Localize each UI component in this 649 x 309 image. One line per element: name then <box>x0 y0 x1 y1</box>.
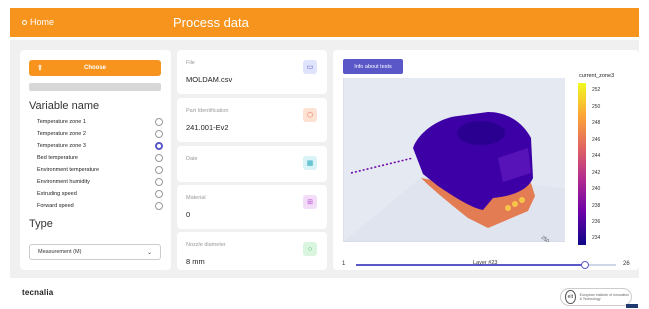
file-value: MOLDAM.csv <box>186 75 233 84</box>
file-label: File <box>186 60 195 66</box>
part-edge-marker <box>512 201 518 207</box>
plot-card: Info about tests 250 current_zone3 252 2… <box>333 50 639 270</box>
tecnalia-logo: tecnalia <box>22 288 54 297</box>
3d-plot-svg: 250 <box>342 78 565 245</box>
app: Home Process data ⇪ Choose Variable name… <box>0 0 649 309</box>
colorbar <box>578 83 586 245</box>
variable-name-title: Variable name <box>29 100 100 112</box>
home-icon <box>22 19 27 25</box>
date-card: Date ▦ <box>177 146 327 182</box>
3d-plot[interactable]: 250 <box>342 78 565 245</box>
part-edge-marker <box>505 205 511 211</box>
slider-fill <box>356 264 585 266</box>
material-card: Material 0 ⊞ <box>177 185 327 229</box>
nozzle-label: Nozzle diameter <box>186 242 226 248</box>
eit-logo-mark: eit <box>565 290 576 304</box>
part-label: Part Identification <box>186 108 229 114</box>
radio-button[interactable] <box>155 154 163 162</box>
radio-button[interactable] <box>155 166 163 174</box>
colorbar-tick: 240 <box>592 186 601 192</box>
colorbar-tick: 238 <box>592 203 601 209</box>
radio-button[interactable] <box>155 202 163 210</box>
variable-option[interactable]: Extruding speed <box>37 188 163 200</box>
type-select[interactable]: Measurement (M) ⌄ <box>29 244 161 260</box>
part-top-recess <box>457 121 505 145</box>
radio-button-selected[interactable] <box>155 142 163 150</box>
variable-card: ⇪ Choose Variable name Temperature zone … <box>20 50 171 270</box>
scroll-indicator <box>626 304 638 308</box>
type-select-value: Measurement (M) <box>38 249 82 255</box>
print-path-trail <box>350 157 414 174</box>
variable-label: Environment temperature <box>37 167 100 173</box>
nozzle-value: 8 mm <box>186 257 205 266</box>
file-icon: ▭ <box>303 60 317 74</box>
choose-file-button[interactable]: ⇪ Choose <box>29 60 161 76</box>
variable-option[interactable]: Temperature zone 2 <box>37 128 163 140</box>
home-label: Home <box>30 17 55 27</box>
colorbar-tick: 234 <box>592 235 601 241</box>
content-area: ⇪ Choose Variable name Temperature zone … <box>10 40 639 278</box>
type-title: Type <box>29 218 53 230</box>
part-icon: ⬡ <box>303 108 317 122</box>
colorbar-tick: 236 <box>592 219 601 225</box>
variable-option[interactable]: Temperature zone 1 <box>37 116 163 128</box>
layer-label: Layer #23 <box>473 260 498 266</box>
slider-handle[interactable] <box>580 261 589 269</box>
variable-label: Forward speed <box>37 203 74 209</box>
part-edge-marker <box>519 197 525 203</box>
variable-label: Temperature zone 2 <box>37 131 86 137</box>
colorbar-tick: 242 <box>592 170 601 176</box>
colorbar-tick: 244 <box>592 153 601 159</box>
nozzle-card: Nozzle diameter 8 mm ○ <box>177 232 327 270</box>
radio-button[interactable] <box>155 118 163 126</box>
circle-icon: ○ <box>303 242 317 256</box>
variable-label: Temperature zone 3 <box>37 143 86 149</box>
colorbar-tick: 250 <box>592 104 601 110</box>
grid-icon: ⊞ <box>303 195 317 209</box>
choose-label: Choose <box>83 65 106 71</box>
eit-logo-text: European Institute of Innovation & Techn… <box>579 292 630 301</box>
part-value: 241.001-Ev2 <box>186 123 229 132</box>
slider-max-label: 26 <box>623 261 630 267</box>
page-title: Process data <box>173 15 249 30</box>
upload-progress-bar <box>29 83 161 91</box>
upload-icon: ⇪ <box>37 65 43 72</box>
variable-label: Extruding speed <box>37 191 77 197</box>
variable-option[interactable]: Temperature zone 3 <box>37 140 163 152</box>
variable-option[interactable]: Forward speed <box>37 200 163 212</box>
variable-option[interactable]: Bed temperature <box>37 152 163 164</box>
material-value: 0 <box>186 210 191 219</box>
colorbar-title: current_zone3 <box>579 73 615 79</box>
date-label: Date <box>186 156 198 162</box>
chevron-down-icon: ⌄ <box>146 249 152 256</box>
radio-button[interactable] <box>155 130 163 138</box>
colorbar-tick: 252 <box>592 87 601 93</box>
part-card: Part Identification 241.001-Ev2 ⬡ <box>177 98 327 142</box>
radio-button[interactable] <box>155 190 163 198</box>
variable-label: Environment humidity <box>37 179 90 185</box>
variable-label: Temperature zone 1 <box>37 119 86 125</box>
home-link[interactable]: Home <box>22 17 54 27</box>
top-bar: Home Process data <box>10 8 639 37</box>
variable-option[interactable]: Environment temperature <box>37 164 163 176</box>
calendar-icon: ▦ <box>303 156 317 170</box>
colorbar-tick: 248 <box>592 120 601 126</box>
file-card: File MOLDAM.csv ▭ <box>177 50 327 94</box>
material-label: Material <box>186 195 206 201</box>
eit-logo: eit European Institute of Innovation & T… <box>560 288 632 306</box>
variable-option[interactable]: Environment humidity <box>37 176 163 188</box>
info-about-tests-button[interactable]: Info about tests <box>343 59 403 74</box>
colorbar-tick: 246 <box>592 137 601 143</box>
variable-label: Bed temperature <box>37 155 78 161</box>
slider-min-label: 1 <box>342 261 346 267</box>
radio-button[interactable] <box>155 178 163 186</box>
